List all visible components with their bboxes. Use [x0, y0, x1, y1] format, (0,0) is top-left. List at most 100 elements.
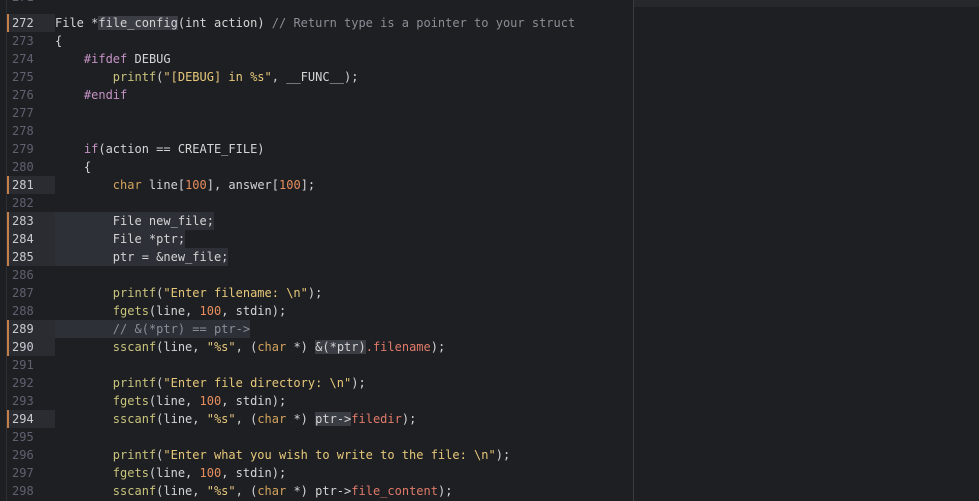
code-text[interactable]: fgets(line, 100, stdin); [55, 302, 286, 320]
code-text[interactable]: printf("Enter what you wish to write to … [55, 446, 510, 464]
code-token: sscanf [112, 340, 157, 354]
line-number: 290 [12, 340, 34, 354]
code-text[interactable]: printf("Enter filename: \n"); [55, 284, 323, 302]
code-token: char [257, 412, 287, 426]
code-text[interactable]: File new_file; [55, 212, 214, 230]
code-line[interactable]: 298 sscanf(line, "%s", (char *) ptr->fil… [0, 482, 634, 500]
code-token: line[ [141, 178, 186, 192]
code-line[interactable]: 284 File *ptr; [0, 230, 634, 248]
code-token: *) [286, 340, 316, 354]
code-line[interactable]: 287 printf("Enter filename: \n"); [0, 284, 634, 302]
code-token: *) [286, 412, 316, 426]
line-number: 298 [12, 484, 34, 498]
minimap-strip [634, 0, 979, 7]
code-token: sscanf [112, 412, 157, 426]
code-text[interactable]: printf("[DEBUG] in %s", __FUNC__); [55, 68, 359, 86]
code-text[interactable]: printf("Enter file directory: \n"); [55, 374, 366, 392]
code-text[interactable]: if(action == CREATE_FILE) [55, 140, 265, 158]
line-number: 278 [12, 124, 34, 138]
code-line[interactable]: 278 [0, 122, 634, 140]
code-line[interactable]: 273 { [0, 32, 634, 50]
code-token: (line, [156, 484, 207, 498]
code-token: if [83, 142, 99, 156]
code-line[interactable]: 274 #ifdef DEBUG [0, 50, 634, 68]
code-token: "Enter file directory: \n" [163, 376, 352, 390]
code-token: (line, [148, 394, 200, 408]
code-token: printf [112, 448, 157, 462]
line-number: 271 [12, 0, 34, 6]
code-text[interactable]: fgets(line, 100, stdin); [55, 464, 286, 482]
modified-marker [7, 14, 9, 32]
code-text[interactable]: // &(*ptr) == ptr-> [55, 320, 251, 338]
code-line[interactable]: 286 [0, 266, 634, 284]
code-line[interactable]: 289 // &(*ptr) == ptr-> [0, 320, 634, 338]
code-text[interactable]: sscanf(line, "%s", (char *) &(*ptr).file… [55, 338, 445, 356]
code-line[interactable]: 294 sscanf(line, "%s", (char *) ptr->fil… [0, 410, 634, 428]
code-line[interactable]: 297 fgets(line, 100, stdin); [0, 464, 634, 482]
code-line[interactable]: 275 printf("[DEBUG] in %s", __FUNC__); [0, 68, 634, 86]
line-number: 289 [12, 322, 34, 336]
code-token: #ifdef [83, 52, 128, 66]
code-line[interactable]: 282 [0, 194, 634, 212]
code-text[interactable]: sscanf(line, "%s", (char *) ptr->filedir… [55, 410, 416, 428]
code-line[interactable]: 293 fgets(line, 100, stdin); [0, 392, 634, 410]
code-line[interactable]: 283 File new_file; [0, 212, 634, 230]
code-token: *) ptr-> [286, 484, 352, 498]
code-text[interactable]: fgets(line, 100, stdin); [55, 392, 286, 410]
code-line[interactable]: 288 fgets(line, 100, stdin); [0, 302, 634, 320]
code-token: "[DEBUG] in %s" [163, 70, 272, 84]
code-token: ); [351, 376, 366, 390]
code-editor[interactable]: 271 272 File *file_config(int action) // … [0, 0, 979, 501]
line-number: 292 [12, 376, 34, 390]
code-line[interactable]: 292 printf("Enter file directory: \n"); [0, 374, 634, 392]
code-text[interactable]: { [55, 32, 62, 50]
code-line[interactable]: 296 printf("Enter what you wish to write… [0, 446, 634, 464]
line-number: 280 [12, 160, 34, 174]
code-token: , stdin); [221, 466, 287, 480]
code-token: "%s" [206, 340, 236, 354]
code-line[interactable]: 295 [0, 428, 634, 446]
code-token: ); [307, 286, 323, 300]
code-line[interactable]: 277 [0, 104, 634, 122]
code-text[interactable]: { [55, 158, 91, 176]
code-token: 100 [185, 178, 207, 192]
code-line[interactable]: 280 { [0, 158, 634, 176]
code-token: (line, [156, 412, 207, 426]
code-token: , ( [235, 484, 258, 498]
code-text[interactable]: ptr = &new_file; [55, 248, 229, 266]
code-line[interactable]: 291 [0, 356, 634, 374]
code-token: ); [430, 340, 446, 354]
code-token: .filename [365, 340, 431, 354]
code-token: File *ptr; [55, 232, 186, 246]
code-token: , __FUNC__); [271, 70, 359, 84]
line-number: 288 [12, 304, 34, 318]
code-text[interactable]: File *ptr; [55, 230, 186, 248]
modified-marker [7, 248, 9, 266]
code-token: 100 [199, 466, 222, 480]
code-token: printf [112, 376, 157, 390]
code-text[interactable]: char line[100], answer[100]; [55, 176, 315, 194]
modified-marker [7, 320, 9, 338]
line-number: 291 [12, 358, 34, 372]
line-number: 294 [12, 412, 34, 426]
code-line[interactable]: 276 #endif [0, 86, 634, 104]
code-token: 100 [199, 394, 222, 408]
code-text[interactable]: #ifdef DEBUG [55, 50, 171, 68]
code-line[interactable]: 290 sscanf(line, "%s", (char *) &(*ptr).… [0, 338, 634, 356]
code-text[interactable]: #endif [55, 86, 127, 104]
code-token: { [55, 160, 92, 174]
code-line[interactable]: 285 ptr = &new_file; [0, 248, 634, 266]
clipped-line: 271 [0, 0, 634, 6]
code-text[interactable]: sscanf(line, "%s", (char *) ptr->file_co… [55, 482, 453, 500]
code-text[interactable]: File *file_config(int action) // Return … [55, 14, 575, 32]
line-number: 295 [12, 430, 34, 444]
code-line[interactable]: 279 if(action == CREATE_FILE) [0, 140, 634, 158]
code-line[interactable]: 272 File *file_config(int action) // Retu… [0, 14, 634, 32]
code-token: char [257, 340, 287, 354]
code-line[interactable]: 281 char line[100], answer[100]; [0, 176, 634, 194]
